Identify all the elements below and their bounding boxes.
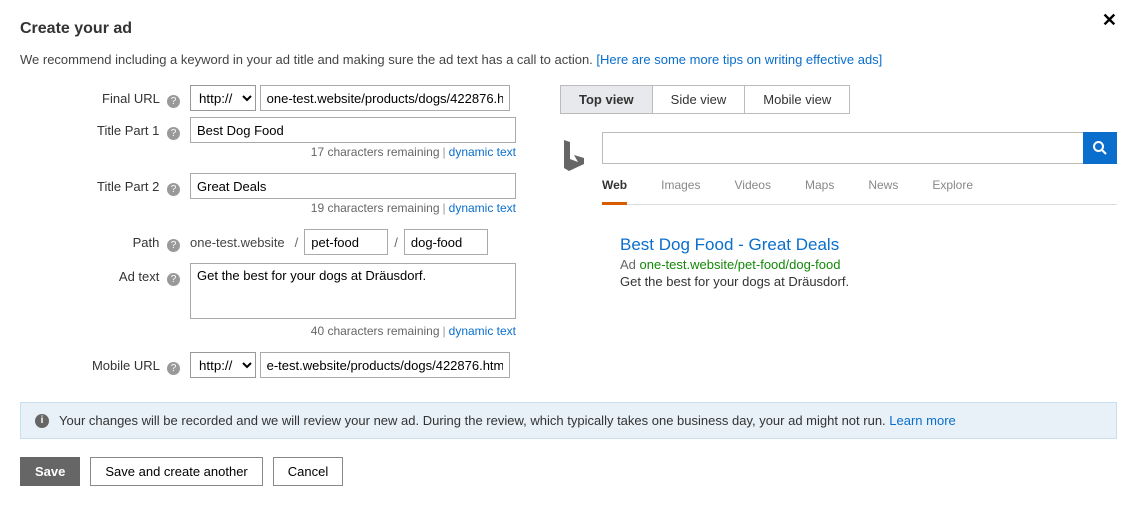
- serp-tab-videos[interactable]: Videos: [734, 178, 770, 204]
- help-icon[interactable]: ?: [167, 362, 180, 375]
- dynamic-text-link[interactable]: dynamic text: [449, 324, 516, 338]
- dynamic-text-link[interactable]: dynamic text: [449, 145, 516, 159]
- serp-tab-images[interactable]: Images: [661, 178, 700, 204]
- ad-preview-text: Get the best for your dogs at Dräusdorf.: [620, 274, 1117, 289]
- intro-tips-link[interactable]: [Here are some more tips on writing effe…: [596, 52, 882, 67]
- review-notice: i Your changes will be recorded and we w…: [20, 402, 1117, 439]
- path-domain: one-test.website: [190, 235, 289, 250]
- final-url-label: Final URL ?: [20, 85, 190, 108]
- search-input[interactable]: [602, 132, 1083, 164]
- intro-text: We recommend including a keyword in your…: [20, 52, 1117, 67]
- path2-input[interactable]: [404, 229, 488, 255]
- dialog-actions: Save Save and create another Cancel: [20, 457, 1117, 486]
- view-tabs: Top viewSide viewMobile view: [560, 85, 850, 114]
- title1-label: Title Part 1 ?: [20, 117, 190, 140]
- cancel-button[interactable]: Cancel: [273, 457, 343, 486]
- serp-tab-web[interactable]: Web: [602, 178, 627, 205]
- path1-input[interactable]: [304, 229, 388, 255]
- serp-tabs: Web Images Videos Maps News Explore: [602, 178, 1117, 205]
- ad-form: Final URL ? http://https:// Title Part 1…: [20, 85, 540, 384]
- adtext-input[interactable]: [190, 263, 516, 319]
- serp-tab-explore[interactable]: Explore: [932, 178, 973, 204]
- help-icon[interactable]: ?: [167, 183, 180, 196]
- help-icon[interactable]: ?: [167, 95, 180, 108]
- notice-text: Your changes will be recorded and we wil…: [59, 413, 889, 428]
- search-button[interactable]: [1083, 132, 1117, 164]
- save-button[interactable]: Save: [20, 457, 80, 486]
- bing-logo-icon: [560, 132, 588, 175]
- dialog-title: Create your ad: [20, 20, 1117, 38]
- mobile-url-input[interactable]: [260, 352, 510, 378]
- help-icon[interactable]: ?: [167, 239, 180, 252]
- ad-preview-url: one-test.website/pet-food/dog-food: [640, 257, 841, 272]
- view-tab-top-view[interactable]: Top view: [561, 86, 653, 113]
- save-and-create-another-button[interactable]: Save and create another: [90, 457, 262, 486]
- title2-input[interactable]: [190, 173, 516, 199]
- serp-tab-maps[interactable]: Maps: [805, 178, 834, 204]
- title2-label: Title Part 2 ?: [20, 173, 190, 196]
- ad-preview: Best Dog Food - Great Deals Ad one-test.…: [560, 235, 1117, 289]
- view-tab-mobile-view[interactable]: Mobile view: [745, 86, 849, 113]
- intro-copy: We recommend including a keyword in your…: [20, 52, 596, 67]
- close-icon[interactable]: ✕: [1102, 10, 1117, 31]
- adtext-label: Ad text ?: [20, 263, 190, 286]
- title2-counter: 19 characters remaining|dynamic text: [190, 201, 516, 215]
- adtext-counter: 40 characters remaining|dynamic text: [190, 324, 516, 338]
- ad-preview-badge: Ad: [620, 257, 636, 272]
- dynamic-text-link[interactable]: dynamic text: [449, 201, 516, 215]
- ad-preview-panel: Top viewSide viewMobile view Web Images Vi…: [560, 85, 1117, 384]
- final-url-protocol-select[interactable]: http://https://: [190, 85, 256, 111]
- mobile-url-protocol-select[interactable]: http://https://: [190, 352, 256, 378]
- help-icon[interactable]: ?: [167, 127, 180, 140]
- help-icon[interactable]: ?: [167, 273, 180, 286]
- view-tab-side-view[interactable]: Side view: [653, 86, 746, 113]
- create-ad-dialog: ✕ Create your ad We recommend including …: [20, 20, 1117, 486]
- search-icon: [1092, 140, 1108, 156]
- serp-tab-news[interactable]: News: [868, 178, 898, 204]
- learn-more-link[interactable]: Learn more: [889, 413, 955, 428]
- title1-counter: 17 characters remaining|dynamic text: [190, 145, 516, 159]
- mobile-url-label: Mobile URL ?: [20, 352, 190, 375]
- ad-preview-title: Best Dog Food - Great Deals: [620, 235, 1117, 255]
- path-label: Path ?: [20, 229, 190, 252]
- final-url-input[interactable]: [260, 85, 510, 111]
- info-icon: i: [35, 414, 49, 428]
- title1-input[interactable]: [190, 117, 516, 143]
